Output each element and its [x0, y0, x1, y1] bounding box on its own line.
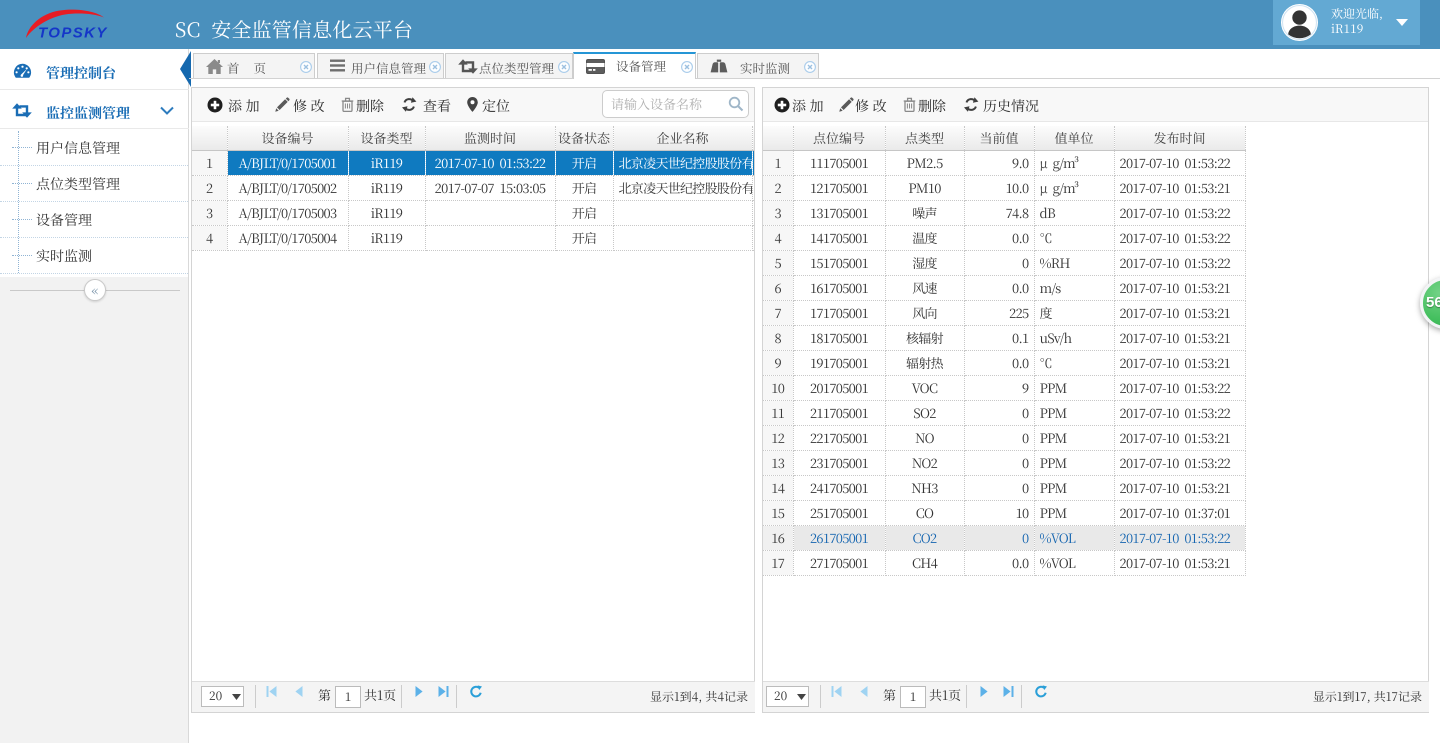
svg-text:TOPSKY: TOPSKY: [38, 25, 108, 42]
